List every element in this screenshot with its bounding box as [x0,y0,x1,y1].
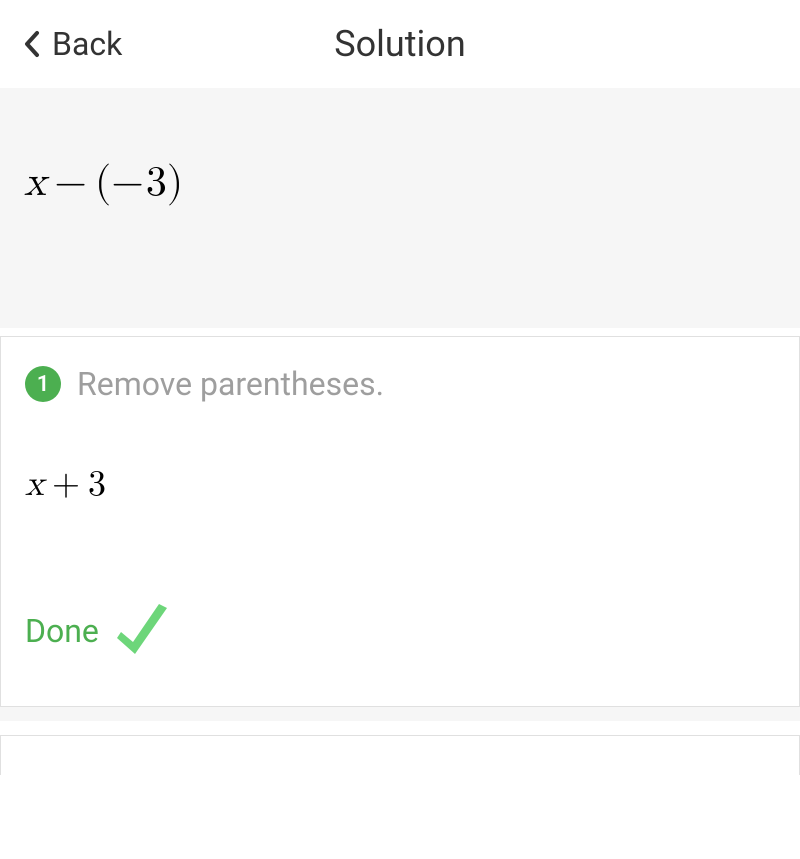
spacer [0,707,800,721]
var-x: x [24,162,46,204]
solution-card: 1 Remove parentheses. x+3 Done [0,336,800,707]
paren-open: ( [95,162,111,204]
chevron-left-icon [24,30,40,58]
step-result: x+3 [25,463,775,506]
neg-op: − [111,162,144,204]
plus-op: + [52,466,80,502]
checkmark-icon [107,596,177,666]
problem-section: x−(−3) [0,88,800,328]
back-button[interactable]: Back [24,25,122,63]
result-val: 3 [88,466,106,502]
header: Back Solution [0,0,800,88]
step-description: Remove parentheses. [77,365,384,403]
minus-op: − [54,162,87,204]
paren-close: ) [167,162,183,204]
step-header: 1 Remove parentheses. [25,365,775,403]
done-label: Done [25,612,99,650]
back-label: Back [52,25,122,63]
step-number-badge: 1 [25,366,61,402]
problem-expression: x−(−3) [24,158,776,208]
done-row: Done [25,596,775,666]
value-3: 3 [146,162,167,204]
next-card[interactable] [0,735,800,775]
result-var: x [25,466,44,502]
